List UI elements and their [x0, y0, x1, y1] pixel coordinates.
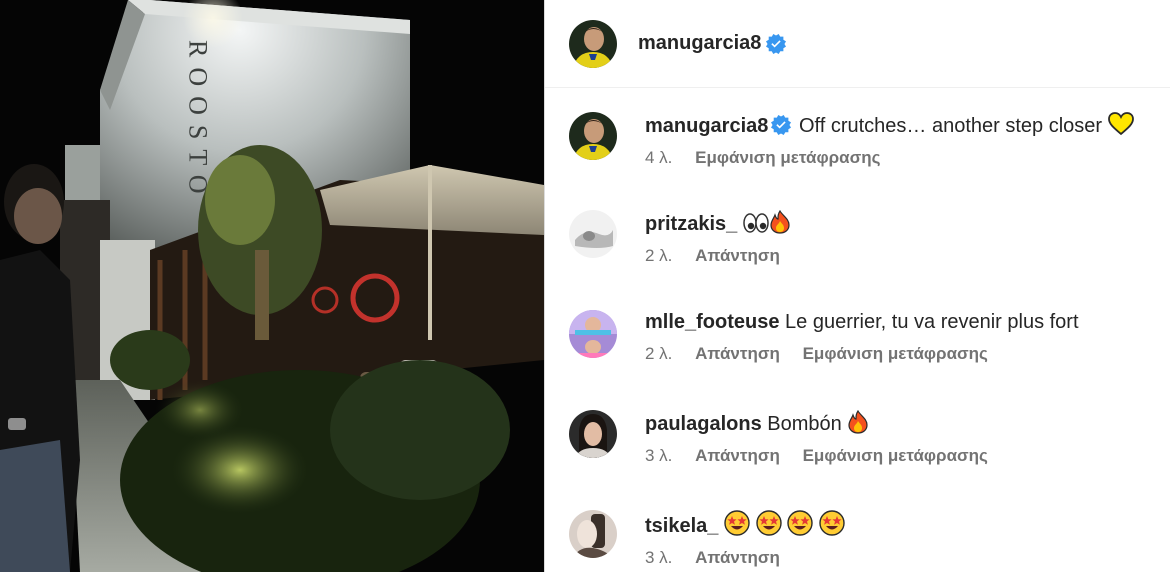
star-struck-icon: [818, 510, 845, 536]
verified-badge-icon: [766, 33, 787, 54]
post-details-panel: manugarcia8 manugarcia8 Off crutches… an…: [544, 0, 1170, 572]
svg-text:ROOSTO: ROOSTO: [184, 40, 213, 204]
comment-text: Bombón: [767, 413, 842, 435]
see-translation-button[interactable]: Εμφάνιση μετάφρασης: [803, 344, 988, 363]
fire-icon: [847, 410, 869, 434]
commenter-username[interactable]: manugarcia8: [645, 115, 768, 137]
star-struck-icon: [787, 510, 813, 536]
commenter-username[interactable]: tsikela_: [645, 515, 718, 537]
star-struck-icon: [724, 510, 750, 536]
yellow-heart-icon: [1107, 112, 1134, 136]
author-username[interactable]: manugarcia8: [638, 32, 761, 55]
comment-text: Off crutches… another step closer: [798, 115, 1103, 137]
comment-time: 3 λ.: [645, 446, 673, 465]
reply-button[interactable]: Απάντηση: [695, 246, 780, 265]
building-sign: ROOSTO: [184, 40, 213, 204]
commenter-username[interactable]: paulagalons: [645, 413, 762, 435]
fire-icon: [769, 210, 791, 234]
commenter-avatar[interactable]: [569, 510, 617, 558]
reply-button[interactable]: Απάντηση: [695, 446, 780, 465]
author-avatar[interactable]: [569, 19, 617, 68]
comment-text: Le guerrier, tu va revenir plus fort: [785, 311, 1079, 333]
star-struck-icon: [755, 510, 782, 536]
comment-time: 4 λ.: [645, 148, 673, 167]
night-terrace-image: ROOSTO: [0, 0, 544, 572]
commenter-avatar[interactable]: [569, 410, 617, 458]
post-photo[interactable]: ROOSTO: [0, 0, 544, 572]
commenter-username[interactable]: mlle_footeuse: [645, 311, 779, 333]
comment-time: 2 λ.: [645, 246, 673, 265]
comment-time: 2 λ.: [645, 344, 673, 363]
see-translation-button[interactable]: Εμφάνιση μετάφρασης: [695, 148, 880, 167]
comment-time: 3 λ.: [645, 548, 673, 567]
verified-badge-icon: [771, 115, 792, 135]
see-translation-button[interactable]: Εμφάνιση μετάφρασης: [803, 446, 988, 465]
post-header: manugarcia8: [545, 0, 1170, 88]
reply-button[interactable]: Απάντηση: [695, 344, 780, 363]
commenter-avatar[interactable]: [569, 310, 617, 358]
eyes-icon: [743, 212, 769, 234]
commenter-avatar[interactable]: [569, 210, 617, 258]
commenter-username[interactable]: pritzakis_: [645, 213, 737, 235]
reply-button[interactable]: Απάντηση: [695, 548, 780, 567]
commenter-avatar[interactable]: [569, 112, 617, 160]
